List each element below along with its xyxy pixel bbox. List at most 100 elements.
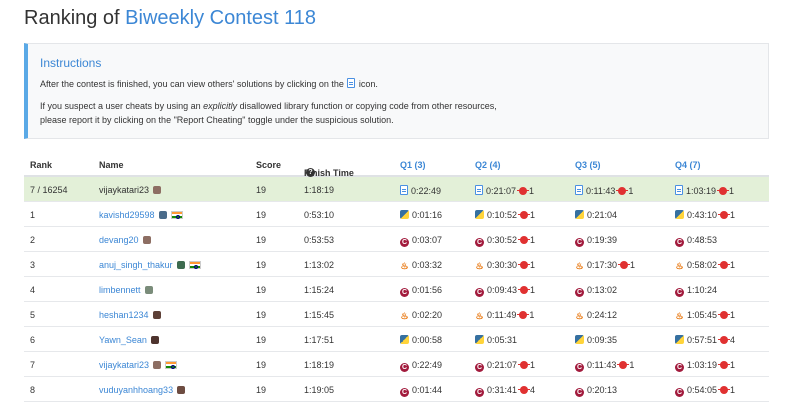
bug-icon <box>718 261 731 269</box>
name-cell: devang20 <box>99 235 151 245</box>
cpp-icon[interactable]: C <box>475 363 484 372</box>
bug-icon <box>517 187 530 195</box>
cpp-icon[interactable]: C <box>675 238 684 247</box>
submission-time: 0:01:56 <box>412 285 443 295</box>
submission-time: 0:13:02 <box>587 285 618 295</box>
cpp-icon[interactable]: C <box>575 388 584 397</box>
finish-time-cell: 1:15:45 <box>304 310 335 320</box>
java-icon[interactable]: ♨ <box>400 312 409 321</box>
header-q4[interactable]: Q4 (7) <box>675 160 701 170</box>
wrong-attempts-count: 1 <box>729 186 735 196</box>
q3-cell: C 0:13:02 <box>575 285 617 297</box>
q4-cell: ♨ 0:58:02 1 <box>675 260 735 271</box>
python-icon[interactable] <box>400 335 409 344</box>
submission-time: 0:00:58 <box>412 335 443 345</box>
ranking-table: Rank Name Score Finish Time? Q1 (3) Q2 (… <box>24 152 769 402</box>
cpp-icon[interactable]: C <box>475 288 484 297</box>
score-cell: 19 <box>256 310 267 320</box>
username-link[interactable]: vuduyanhhoang33 <box>99 385 173 395</box>
cpp-icon[interactable]: C <box>475 238 484 247</box>
submission-time: 1:03:19 <box>686 186 717 196</box>
avatar <box>142 236 151 244</box>
submission-time: 0:05:31 <box>487 335 518 345</box>
python-icon[interactable] <box>675 210 684 219</box>
username-link[interactable]: kavishd29598 <box>99 210 155 220</box>
cpp-icon[interactable]: C <box>675 388 684 397</box>
python-icon[interactable] <box>400 210 409 219</box>
cpp-icon[interactable]: C <box>400 388 409 397</box>
java-icon[interactable]: ♨ <box>475 312 484 321</box>
file-icon[interactable] <box>575 185 583 195</box>
python-icon[interactable] <box>575 210 584 219</box>
bug-icon <box>618 261 631 269</box>
q3-cell: ♨ 0:17:30 1 <box>575 260 635 271</box>
avatar <box>176 261 185 269</box>
rank-cell: 1 <box>30 210 36 220</box>
cpp-icon[interactable]: C <box>675 363 684 372</box>
submission-time: 0:19:39 <box>587 235 618 245</box>
table-row: 2 devang20 19 0:53:53 C 0:03:07 C 0:30:52 1 C 0:19… <box>24 227 769 252</box>
username-link[interactable]: anuj_singh_thakur <box>99 260 173 270</box>
username-link[interactable]: vijaykatari23 <box>99 360 149 370</box>
submission-time: 0:03:32 <box>412 260 443 270</box>
table-header: Rank Name Score Finish Time? Q1 (3) Q2 (… <box>24 152 769 178</box>
header-q1[interactable]: Q1 (3) <box>400 160 426 170</box>
cpp-icon[interactable]: C <box>675 288 684 297</box>
username-link[interactable]: devang20 <box>99 235 139 245</box>
java-icon[interactable]: ♨ <box>675 262 684 271</box>
bug-icon <box>518 286 531 294</box>
instructions-line-2: If you suspect a user cheats by using an… <box>40 99 497 113</box>
file-icon[interactable] <box>675 185 683 195</box>
java-icon[interactable]: ♨ <box>575 262 584 271</box>
java-icon[interactable]: ♨ <box>675 312 684 321</box>
avatar <box>152 311 161 319</box>
india-flag-icon <box>170 211 183 219</box>
avatar <box>177 386 186 394</box>
q4-cell: ♨ 1:05:45 1 <box>675 310 735 321</box>
table-row: 4 limbennett 19 1:15:24 C 0:01:56 C 0:09:43 1 C 0:… <box>24 277 769 302</box>
q1-cell: C 0:03:07 <box>400 235 442 247</box>
submission-time: 0:30:52 <box>487 235 518 245</box>
header-q3[interactable]: Q3 (5) <box>575 160 601 170</box>
file-icon[interactable] <box>400 185 408 195</box>
q1-cell: ♨ 0:03:32 <box>400 260 442 271</box>
bug-icon <box>518 361 531 369</box>
instructions-line-2-end: disallowed library function or copying c… <box>237 101 497 111</box>
q2-cell: ♨ 0:30:30 1 <box>475 260 535 271</box>
cpp-icon[interactable]: C <box>400 363 409 372</box>
rank-cell: 8 <box>30 385 36 395</box>
cpp-icon[interactable]: C <box>575 288 584 297</box>
python-icon[interactable] <box>575 335 584 344</box>
java-icon[interactable]: ♨ <box>575 312 584 321</box>
cpp-icon[interactable]: C <box>575 238 584 247</box>
cpp-icon[interactable]: C <box>575 363 584 372</box>
wrong-attempts-count: 1 <box>630 260 636 270</box>
python-icon[interactable] <box>475 335 484 344</box>
finish-time-cell: 0:53:10 <box>304 210 335 220</box>
submission-time: 0:10:52 <box>487 210 518 220</box>
table-body: 7 / 16254 vijaykatari23 19 1:18:19 0:22:49 0:… <box>24 177 769 402</box>
q2-cell: 0:10:52 1 <box>475 210 535 220</box>
india-flag-icon <box>188 261 201 269</box>
username-link[interactable]: heshan1234 <box>99 310 149 320</box>
java-icon[interactable]: ♨ <box>475 262 484 271</box>
submission-time: 0:22:49 <box>411 186 442 196</box>
submission-time: 0:01:44 <box>412 385 443 395</box>
cpp-icon[interactable]: C <box>400 288 409 297</box>
java-icon[interactable]: ♨ <box>400 262 409 271</box>
username-link[interactable]: limbennett <box>99 285 141 295</box>
cpp-icon[interactable]: C <box>475 388 484 397</box>
bug-icon <box>617 361 630 369</box>
python-icon[interactable] <box>475 210 484 219</box>
header-q2[interactable]: Q2 (4) <box>475 160 501 170</box>
cpp-icon[interactable]: C <box>400 238 409 247</box>
bug-icon <box>518 236 531 244</box>
username-link[interactable]: Yawn_Sean <box>99 335 147 345</box>
q3-cell: 0:11:43 1 <box>575 185 633 196</box>
instructions-line-1-end: icon. <box>358 79 378 89</box>
file-icon[interactable] <box>475 185 483 195</box>
finish-time-cell: 1:13:02 <box>304 260 335 270</box>
help-icon[interactable]: ? <box>306 168 315 177</box>
rank-cell: 3 <box>30 260 36 270</box>
python-icon[interactable] <box>675 335 684 344</box>
